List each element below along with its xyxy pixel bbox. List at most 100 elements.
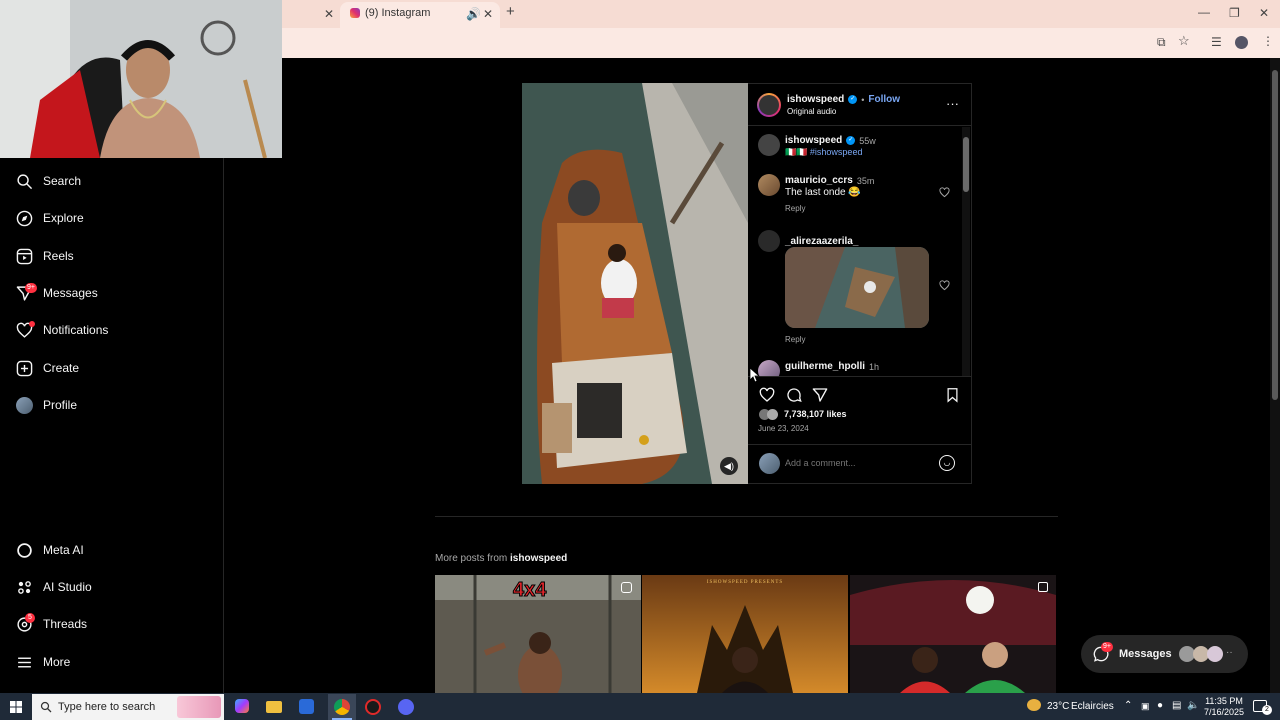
sidebar-item-search[interactable]: Search — [16, 169, 81, 193]
reply-button[interactable]: Reply — [785, 335, 805, 344]
search-icon — [40, 701, 52, 713]
messages-pill-button[interactable]: 9+ Messages ·· — [1081, 635, 1248, 673]
browser-toolbar — [282, 28, 1280, 58]
more-posts-username[interactable]: ishowspeed — [510, 553, 567, 564]
comment-avatar[interactable] — [758, 360, 780, 376]
section-divider — [435, 516, 1058, 517]
follow-button[interactable]: Follow — [868, 94, 900, 105]
comment-icon[interactable] — [786, 387, 802, 403]
close-window-icon[interactable]: ✕ — [1259, 7, 1269, 19]
actions-divider — [748, 376, 972, 377]
taskbar-chrome-active[interactable] — [328, 694, 356, 720]
caption-avatar[interactable] — [758, 134, 780, 156]
audio-label[interactable]: Original audio — [787, 107, 836, 116]
sidebar-item-ai-studio[interactable]: AI Studio — [16, 575, 92, 599]
menu-icon — [18, 657, 31, 667]
more-options-icon[interactable]: ··· — [946, 96, 959, 111]
comment-like-icon[interactable] — [939, 187, 950, 198]
sidebar-item-more[interactable]: More — [16, 650, 70, 674]
comments-scroll-thumb[interactable] — [963, 137, 969, 192]
page-scrollbar[interactable] — [1270, 58, 1280, 693]
avatar — [1207, 646, 1223, 662]
verified-icon: ✓ — [846, 136, 856, 145]
compass-icon — [16, 210, 33, 226]
author-username[interactable]: ishowspeed — [787, 94, 844, 105]
comment-header: guilherme_hpolli 1h — [785, 361, 879, 372]
sidebar-item-label: Profile — [43, 398, 78, 412]
tray-chevron-icon[interactable]: ⌃ — [1124, 700, 1132, 711]
share-icon[interactable] — [812, 387, 828, 403]
comments-scrollbar[interactable] — [962, 127, 970, 376]
tray-volume-icon[interactable]: 🔈 — [1187, 700, 1199, 711]
bookmark-star-icon[interactable]: ☆ — [1178, 34, 1190, 47]
search-icon — [17, 173, 33, 189]
thumb-overlay-text: 4x4 — [512, 579, 547, 602]
post-date: June 23, 2024 — [758, 424, 809, 433]
sidebar-item-profile[interactable]: Profile — [16, 393, 77, 417]
minimize-icon[interactable]: — — [1198, 6, 1210, 18]
sidebar-item-label: Explore — [43, 211, 84, 225]
windows-start-icon[interactable] — [10, 701, 22, 713]
tray-camera-icon[interactable]: ▣ — [1141, 701, 1150, 712]
like-icon[interactable] — [759, 387, 775, 403]
taskbar-search-box[interactable]: Type here to search — [32, 694, 224, 720]
restore-icon[interactable]: ❐ — [1229, 7, 1240, 19]
sidebar-item-meta-ai[interactable]: Meta AI — [16, 538, 84, 562]
likes-count[interactable]: 7,738,107 likes — [784, 409, 847, 419]
kebab-menu-icon[interactable]: ⋮ — [1262, 35, 1274, 47]
weather-desc[interactable]: Eclaircies — [1071, 701, 1114, 712]
save-icon[interactable] — [945, 387, 960, 403]
comment-username[interactable]: mauricio_ccrs — [785, 175, 853, 186]
caption-header: ishowspeed ✓ 55w — [785, 135, 876, 146]
sidebar-item-label: Search — [43, 174, 82, 188]
comment-avatar[interactable] — [758, 230, 780, 252]
comment-username[interactable]: _alirezaazerila_ — [785, 236, 858, 247]
post-video[interactable]: ◀) — [522, 83, 748, 484]
obs-icon[interactable] — [365, 699, 381, 715]
more-post-thumb[interactable]: 4x4 — [435, 575, 641, 693]
caption-username[interactable]: ishowspeed — [785, 135, 842, 146]
discord-icon[interactable] — [398, 699, 414, 715]
weather-temp[interactable]: 23°C — [1047, 701, 1069, 712]
new-tab-icon[interactable]: + — [506, 4, 515, 19]
notification-count: 2 — [1262, 705, 1272, 715]
author-avatar[interactable] — [757, 93, 781, 117]
comment-username[interactable]: guilherme_hpolli — [785, 361, 865, 372]
mute-toggle-icon[interactable]: ◀) — [720, 457, 738, 475]
carousel-indicator-icon — [1038, 582, 1048, 592]
tray-network-icon[interactable]: ▤ — [1172, 700, 1181, 711]
plus-square-icon — [16, 360, 33, 376]
caption-text: 🇮🇹🇮🇹 #ishowspeed — [785, 147, 863, 157]
more-post-thumb[interactable]: ISHOWSPEED PRESENTS — [642, 575, 848, 693]
speaker-icon[interactable]: 🔊 — [466, 8, 481, 20]
comment-input[interactable] — [785, 455, 925, 471]
page-scroll-thumb[interactable] — [1272, 70, 1278, 400]
sidebar-item-create[interactable]: Create — [16, 356, 79, 380]
comment-like-icon[interactable] — [939, 280, 950, 291]
media-control-icon[interactable]: ☰ — [1211, 36, 1222, 48]
threads-badge: 5 — [25, 613, 35, 623]
profile-avatar-icon[interactable] — [1235, 36, 1248, 49]
install-app-icon[interactable]: ⧉ — [1157, 36, 1166, 48]
sidebar-item-explore[interactable]: Explore — [16, 206, 84, 230]
emoji-icon[interactable]: ◡ — [939, 455, 955, 471]
copilot-icon[interactable] — [235, 699, 249, 713]
comment-image[interactable] — [785, 247, 929, 328]
tray-mic-icon[interactable]: ● — [1157, 700, 1163, 711]
close-tab-icon[interactable]: ✕ — [483, 8, 493, 20]
sidebar-item-label: Notifications — [43, 323, 109, 337]
avatar — [759, 453, 780, 474]
sidebar-item-reels[interactable]: Reels — [16, 244, 74, 268]
more-post-thumb[interactable] — [850, 575, 1056, 693]
sidebar-item-label: Meta AI — [43, 543, 84, 557]
reply-button[interactable]: Reply — [785, 204, 805, 213]
comment-avatar[interactable] — [758, 174, 780, 196]
webcam-overlay — [0, 0, 282, 158]
close-tab-icon[interactable]: ✕ — [324, 8, 334, 20]
taskbar-clock[interactable]: 11:35 PM 7/16/2025 — [1202, 696, 1246, 718]
more-posts-prefix: More posts from — [435, 553, 511, 564]
comment-header: mauricio_ccrs 35m — [785, 175, 874, 186]
thumb-overlay-text: ISHOWSPEED PRESENTS — [706, 580, 784, 585]
file-explorer-icon[interactable] — [266, 701, 282, 713]
store-icon[interactable] — [299, 699, 314, 714]
